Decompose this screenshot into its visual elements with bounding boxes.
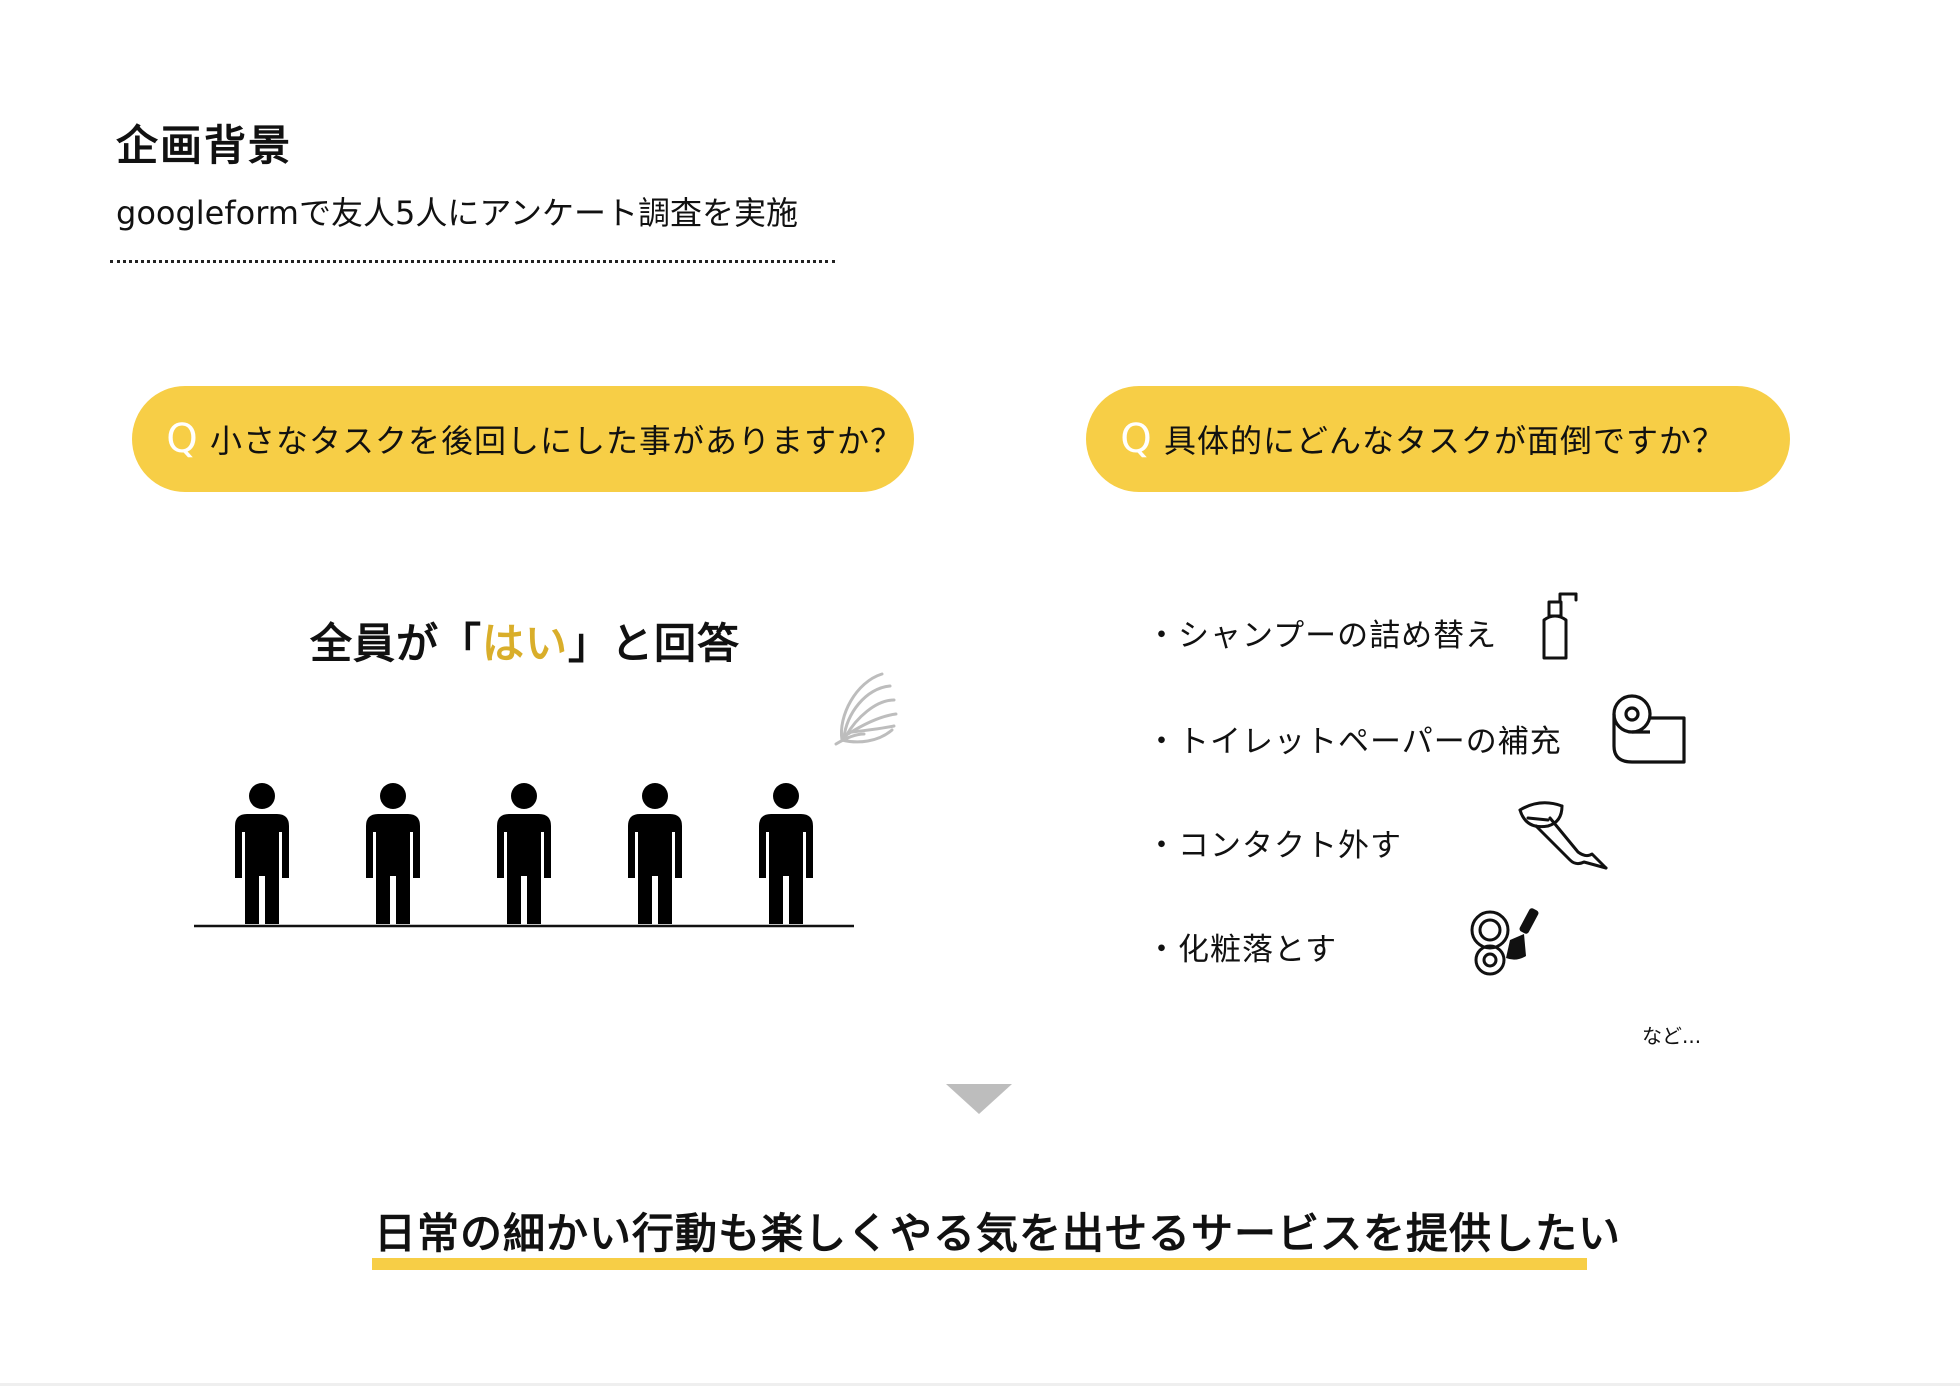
- task-item-makeup: ・化粧落とす: [1146, 932, 1338, 968]
- task-item-contact-lens: ・コンタクト外す: [1146, 828, 1402, 864]
- question-text-left: 小さなタスクを後回しにした事がありますか？: [210, 422, 904, 460]
- shampoo-bottle-icon: [1542, 592, 1578, 660]
- page-subtitle: googleformで友人5人にアンケート調査を実施: [116, 194, 799, 232]
- toilet-paper-icon: [1612, 694, 1686, 764]
- conclusion-text: 日常の細かい行動も楽しくやる気を出せるサービスを提供したい: [374, 1209, 1622, 1258]
- scribble-swirl-icon: [834, 672, 898, 746]
- answer-prefix: 全員が「: [310, 619, 483, 668]
- person-icon: [497, 783, 551, 924]
- page-title: 企画背景: [116, 121, 293, 170]
- etc-note: など...: [1642, 1024, 1702, 1048]
- conclusion-underline: [372, 1258, 1587, 1270]
- person-icon: [628, 783, 682, 924]
- person-icon: [235, 783, 289, 924]
- answer-statement: 全員が「はい」と回答: [310, 610, 740, 671]
- answer-highlight: はい: [482, 619, 569, 668]
- q-mark: Q: [166, 416, 198, 462]
- task-item-toilet-paper: ・トイレットペーパーの補充: [1146, 724, 1562, 760]
- dotted-divider: [110, 260, 835, 263]
- question-text-right: 具体的にどんなタスクが面倒ですか？: [1164, 422, 1726, 460]
- question-pill-right: Q 具体的にどんなタスクが面倒ですか？: [1086, 386, 1790, 492]
- contact-lens-icon: [1518, 801, 1608, 870]
- down-arrow-icon: [946, 1084, 1012, 1114]
- q-mark: Q: [1120, 416, 1152, 462]
- answer-suffix: 」と回答: [568, 619, 741, 668]
- question-pill-left: Q 小さなタスクを後回しにした事がありますか？: [132, 386, 914, 492]
- task-item-shampoo: ・シャンプーの詰め替え: [1146, 618, 1498, 654]
- person-icon: [366, 783, 420, 924]
- person-icon: [759, 783, 813, 924]
- makeup-compact-icon: [1470, 908, 1539, 976]
- people-illustration: [194, 783, 854, 928]
